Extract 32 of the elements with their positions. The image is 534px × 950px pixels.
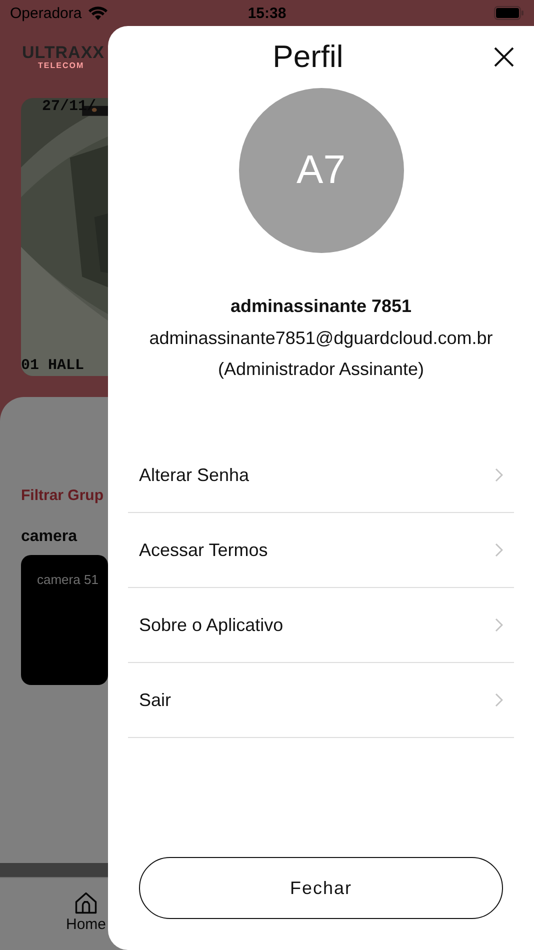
user-email: adminassinante7851@dguardcloud.com.br <box>149 328 493 349</box>
close-icon[interactable] <box>493 46 515 68</box>
user-name: adminassinante 7851 <box>230 296 412 317</box>
user-role: (Administrador Assinante) <box>218 359 424 380</box>
battery-icon <box>494 6 524 20</box>
menu-label: Acessar Termos <box>139 540 268 560</box>
menu-label: Sair <box>139 690 172 710</box>
chevron-icon <box>495 693 503 707</box>
menu-item[interactable]: Acessar Termos <box>128 513 514 588</box>
camera-label: 01 HALL <box>21 357 84 374</box>
camera-name: camera 51 <box>37 572 98 587</box>
status-time: 15:38 <box>246 4 288 22</box>
chevron-icon <box>495 543 503 557</box>
logo: ULTRAXX TELECOM <box>21 42 105 72</box>
menu-item[interactable]: Sobre o Aplicativo <box>128 588 514 663</box>
tab-item[interactable]: Home <box>66 878 106 950</box>
tab-label: Home <box>66 916 106 933</box>
carrier-name: Operadora <box>10 4 82 22</box>
close-button[interactable]: Fechar <box>139 857 503 919</box>
menu-label: Alterar Senha <box>139 464 250 486</box>
menu-item[interactable]: Alterar Senha <box>128 438 514 513</box>
chevron-icon <box>495 618 503 632</box>
wifi-icon <box>88 6 108 20</box>
chevron-icon <box>495 468 503 482</box>
menu-item[interactable]: Sair <box>128 663 514 738</box>
camera-timestamp: 27/11/ <box>42 98 96 115</box>
group-title: camera <box>21 528 78 546</box>
menu-label: Sobre o Aplicativo <box>139 614 284 636</box>
panel-title: Perfil <box>272 39 344 75</box>
home-icon <box>73 890 99 916</box>
camera-tile[interactable]: camera 51 <box>21 555 108 685</box>
avatar: A7 <box>238 88 404 253</box>
